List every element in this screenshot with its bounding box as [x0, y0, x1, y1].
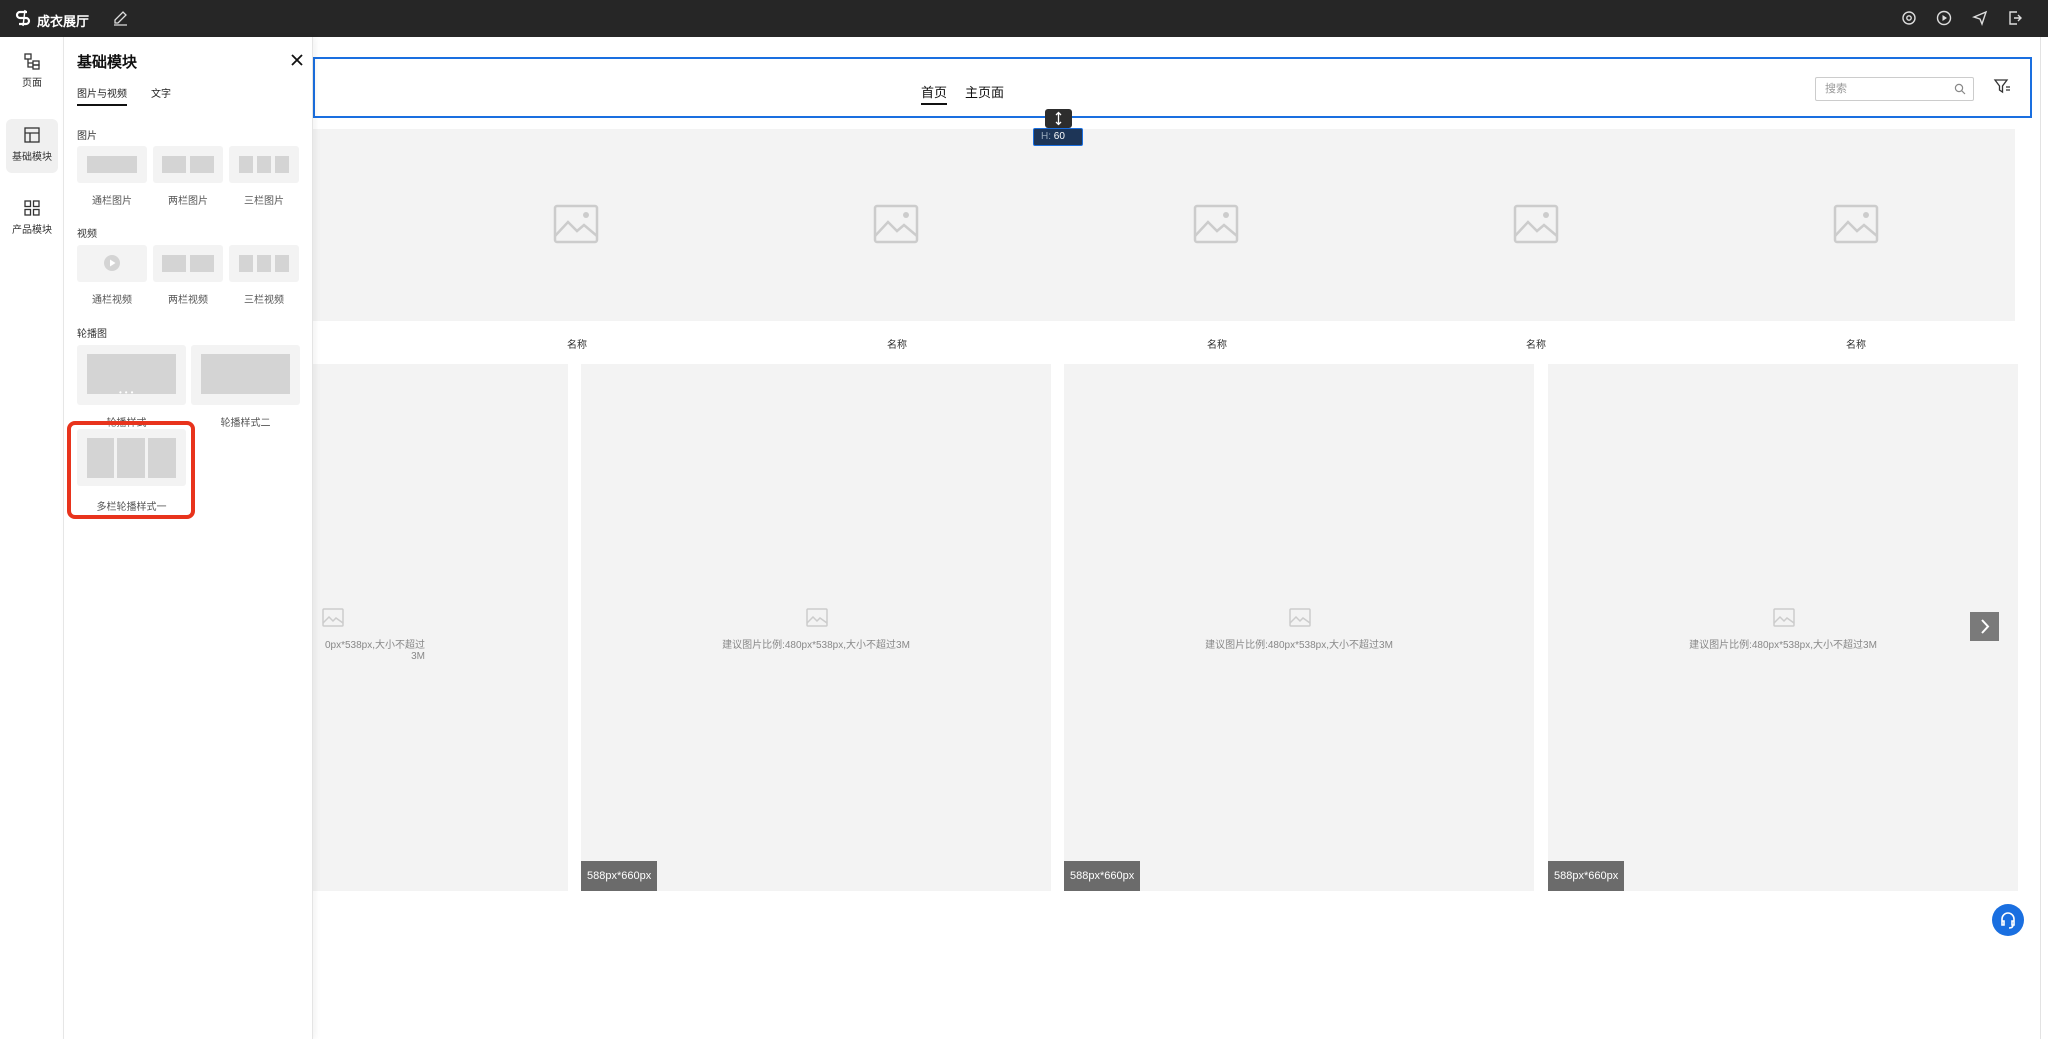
carousel-card[interactable]: 建议图片比例:480px*538px,大小不超过3M 588px*660px: [1548, 364, 2018, 891]
nav-home[interactable]: 首页: [921, 82, 948, 105]
nav-item-basic-modules[interactable]: 基础模块: [6, 119, 58, 173]
nav-main-page[interactable]: 主页面: [965, 82, 1004, 101]
left-nav: 页面 基础模块 产品模块: [0, 37, 64, 1039]
image-placeholder-icon: [1833, 204, 1879, 244]
carousel-card-partial[interactable]: 0px*538px,大小不超过3M: [313, 364, 568, 891]
close-icon[interactable]: [289, 52, 305, 68]
selection-highlight: [67, 421, 195, 519]
tile-three-videos[interactable]: [229, 245, 299, 282]
basic-modules-panel: 基础模块 图片与视频 文字 图片 通栏图片 两栏图片 三栏图片 视频 通栏视频 …: [64, 37, 313, 1039]
size-badge: 588px*660px: [1064, 861, 1141, 891]
search-icon: [1954, 83, 1966, 95]
app-name: 成衣展厅: [37, 14, 90, 29]
tile-carousel-style-2[interactable]: [191, 345, 300, 405]
customer-service-button[interactable]: [1992, 904, 2024, 936]
tab-text[interactable]: 文字: [151, 85, 171, 100]
nav-label-product-modules: 产品模块: [12, 225, 52, 236]
tile-label: 三栏图片: [244, 196, 284, 207]
image-placeholder-icon: [806, 608, 828, 627]
card-hint: 0px*538px,大小不超过3M: [324, 640, 425, 662]
nav-label-basic-modules: 基础模块: [12, 152, 52, 163]
tile-label: 三栏视频: [244, 295, 284, 306]
banner-module[interactable]: [313, 129, 2015, 321]
tile-label: 两栏视频: [168, 295, 208, 306]
resize-icon: [1055, 111, 1062, 126]
resize-handle[interactable]: [1045, 109, 1072, 128]
logo-icon: [15, 9, 31, 27]
editor-canvas: 首页 主页面 搜索 H: 60 名称 名称 名称 名称 名称 0px*538px…: [313, 37, 2048, 1039]
edit-icon[interactable]: [112, 9, 130, 27]
carousel-next-button[interactable]: [1970, 612, 1999, 641]
nav-item-product-modules[interactable]: 产品模块: [6, 192, 58, 246]
image-placeholder-icon: [1289, 608, 1311, 627]
play-icon: [104, 255, 120, 271]
search-placeholder: 搜索: [1825, 83, 1847, 95]
image-placeholder-icon: [873, 204, 919, 244]
grid-icon: [24, 200, 40, 216]
section-label-carousel: 轮播图: [77, 329, 107, 340]
nav-item-pages[interactable]: 页面: [6, 45, 58, 99]
tile-two-videos[interactable]: [153, 245, 223, 282]
image-placeholder-icon: [322, 608, 344, 627]
layout-icon: [24, 127, 40, 143]
pages-icon: [24, 53, 40, 70]
card-hint: 建议图片比例:480px*538px,大小不超过3M: [1205, 640, 1393, 651]
card-hint: 建议图片比例:480px*538px,大小不超过3M: [1689, 640, 1877, 651]
play-icon[interactable]: [1935, 9, 1953, 27]
preview-icon[interactable]: [1900, 9, 1918, 27]
tile-full-video[interactable]: [77, 245, 147, 282]
card-hint: 建议图片比例:480px*538px,大小不超过3M: [722, 640, 910, 651]
tile-label: 通栏视频: [92, 295, 132, 306]
banner-caption: 名称: [1526, 340, 1546, 351]
tile-three-images[interactable]: [229, 146, 299, 183]
banner-caption: 名称: [1846, 340, 1866, 351]
tile-two-images[interactable]: [153, 146, 223, 183]
height-value: 60: [1053, 131, 1065, 142]
banner-caption: 名称: [1207, 340, 1227, 351]
header-module[interactable]: 首页 主页面 搜索: [313, 57, 2032, 118]
section-label-video: 视频: [77, 229, 97, 240]
tile-carousel-style-1[interactable]: •••: [77, 345, 186, 405]
panel-title: 基础模块: [77, 54, 138, 71]
banner-caption: 名称: [887, 340, 907, 351]
scrollbar-track[interactable]: [2040, 37, 2041, 1039]
size-badge: 588px*660px: [581, 861, 658, 891]
chevron-right-icon: [1981, 619, 1990, 634]
image-placeholder-icon: [1193, 204, 1239, 244]
image-placeholder-icon: [1773, 608, 1795, 627]
carousel-card[interactable]: 建议图片比例:480px*538px,大小不超过3M 588px*660px: [581, 364, 1051, 891]
top-bar: 成衣展厅: [0, 0, 2048, 37]
tile-label: 两栏图片: [168, 196, 208, 207]
image-placeholder-icon: [1513, 204, 1559, 244]
banner-caption: 名称: [567, 340, 587, 351]
carousel-card[interactable]: 建议图片比例:480px*538px,大小不超过3M 588px*660px: [1064, 364, 1534, 891]
search-input[interactable]: 搜索: [1815, 77, 1974, 101]
headset-icon: [2001, 912, 2015, 929]
section-label-image: 图片: [77, 131, 97, 142]
height-key: H:: [1041, 131, 1051, 142]
tile-full-image[interactable]: [77, 146, 147, 183]
size-badge: 588px*660px: [1548, 861, 1625, 891]
image-placeholder-icon: [553, 204, 599, 244]
exit-icon[interactable]: [2006, 9, 2024, 27]
tab-images-videos[interactable]: 图片与视频: [77, 85, 127, 106]
height-indicator: H: 60: [1033, 128, 1083, 146]
filter-icon: [1993, 79, 2010, 94]
send-icon[interactable]: [1971, 9, 1989, 27]
nav-label-pages: 页面: [22, 78, 42, 89]
tile-label: 轮播样式二: [220, 418, 271, 429]
tile-label: 通栏图片: [92, 196, 132, 207]
